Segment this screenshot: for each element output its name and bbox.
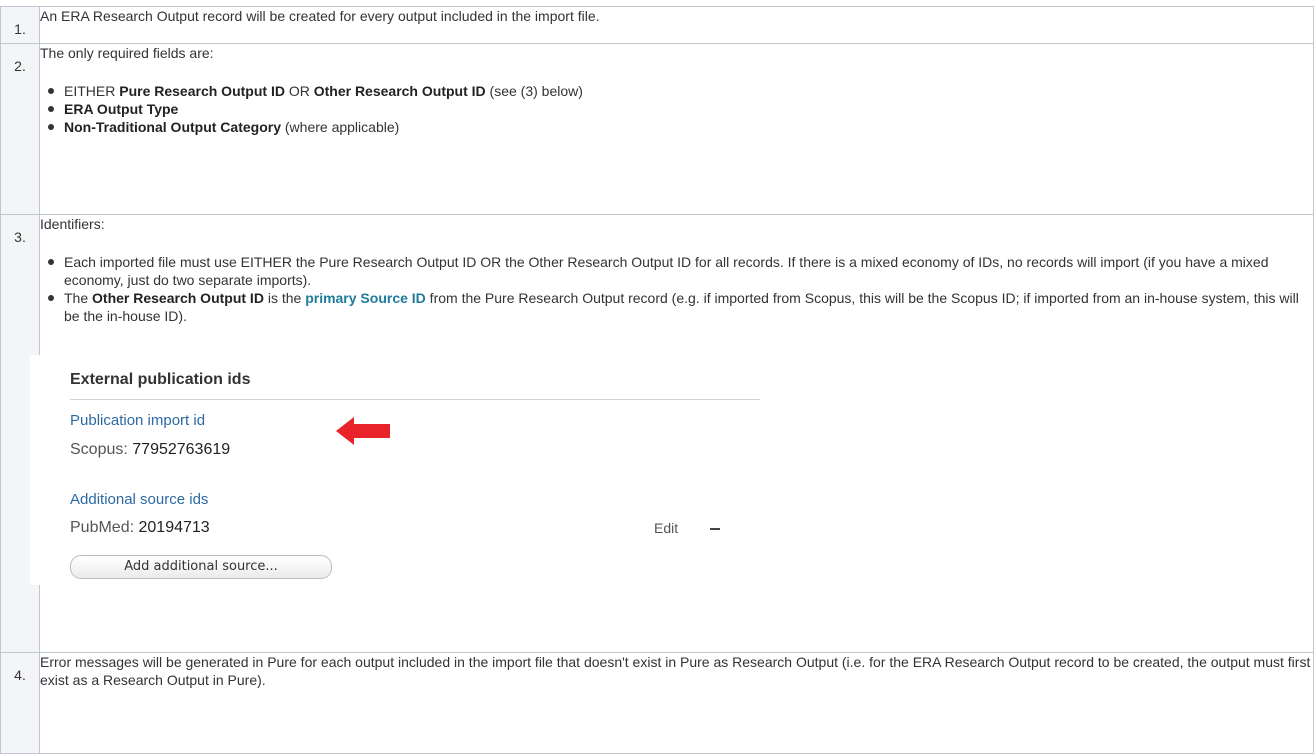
remove-icon[interactable] <box>710 528 720 530</box>
import-id-value: Scopus: 77952763619 <box>70 441 230 459</box>
text: is the <box>263 290 306 306</box>
embedded-screenshot: External publication ids Publication imp… <box>30 355 810 585</box>
source-id: 20194713 <box>138 519 210 536</box>
field-name: Other Research Output ID <box>92 290 264 306</box>
field-name: ERA Output Type <box>64 101 179 117</box>
step-row-1: 1. An ERA Research Output record will be… <box>0 6 1314 44</box>
publication-import-id-label: Publication import id <box>70 412 206 429</box>
list-item: Each imported file must use EITHER the P… <box>48 253 1313 289</box>
step-number-cell: 4. <box>0 652 40 754</box>
list-item: EITHER Pure Research Output ID OR Other … <box>48 82 1313 100</box>
field-name: Non-Traditional Output Category <box>64 119 281 135</box>
step-content: Error messages will be generated in Pure… <box>39 652 1314 754</box>
step-number: 1. <box>14 21 26 37</box>
text: OR <box>284 83 314 99</box>
list-item: ERA Output Type <box>48 100 1313 118</box>
divider <box>70 399 760 400</box>
text: The <box>64 290 93 306</box>
step-intro: The only required fields are: <box>40 45 214 61</box>
source-name: PubMed: <box>70 519 135 536</box>
step-row-3: 3. Identifiers: Each imported file must … <box>0 214 1314 653</box>
step-number-cell: 1. <box>0 6 40 44</box>
additional-id-value: PubMed: 20194713 <box>70 519 210 537</box>
list-item: Non-Traditional Output Category (where a… <box>48 118 1313 136</box>
source-name: Scopus: <box>70 441 128 458</box>
step-content: Identifiers: Each imported file must use… <box>30 214 1314 653</box>
steps-table: 1. An ERA Research Output record will be… <box>0 6 1314 754</box>
step-content: An ERA Research Output record will be cr… <box>39 6 1314 44</box>
step-number: 2. <box>14 58 26 74</box>
step-intro: Identifiers: <box>40 216 105 232</box>
step-content: The only required fields are: EITHER Pur… <box>39 43 1314 215</box>
step-number: 3. <box>14 229 26 245</box>
text: EITHER <box>64 83 120 99</box>
edit-link[interactable]: Edit <box>654 519 678 537</box>
step-row-4: 4. Error messages will be generated in P… <box>0 652 1314 754</box>
add-additional-source-button[interactable]: Add additional source... <box>70 555 332 579</box>
step-row-2: 2. The only required fields are: EITHER … <box>0 43 1314 215</box>
primary-source-id-link[interactable]: primary Source ID <box>305 290 426 306</box>
step-number: 4. <box>14 667 26 683</box>
identifiers-list: Each imported file must use EITHER the P… <box>40 253 1313 325</box>
arrow-left-icon <box>336 417 390 445</box>
list-item: The Other Research Output ID is the prim… <box>48 289 1313 325</box>
field-name: Pure Research Output ID <box>119 83 285 99</box>
field-name: Other Research Output ID <box>313 83 486 99</box>
text: (where applicable) <box>281 119 400 135</box>
step-number-cell: 2. <box>0 43 40 215</box>
required-fields-list: EITHER Pure Research Output ID OR Other … <box>40 82 1313 136</box>
section-title: External publication ids <box>70 371 251 388</box>
additional-source-ids-label: Additional source ids <box>70 491 209 508</box>
step-text: Error messages will be generated in Pure… <box>40 654 1311 688</box>
source-id: 77952763619 <box>132 441 231 458</box>
step-text: An ERA Research Output record will be cr… <box>40 8 600 24</box>
text: (see (3) below) <box>485 83 583 99</box>
